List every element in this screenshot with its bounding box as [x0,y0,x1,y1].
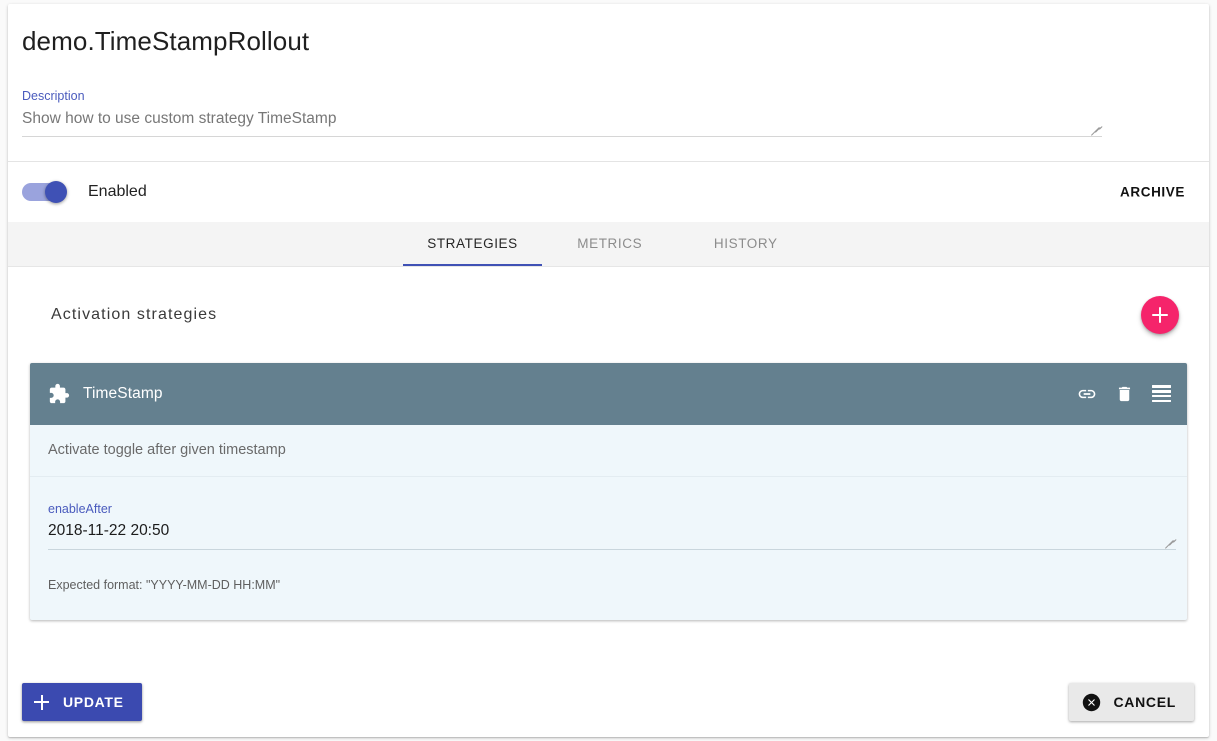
app-root: demo.TimeStampRollout Description Show h… [0,0,1217,741]
enabled-toggle[interactable] [22,181,66,203]
plus-icon [34,695,49,710]
strategy-card-header: TimeStamp [30,363,1187,425]
enabled-row: Enabled ARCHIVE [8,162,1209,222]
feature-toggle-card: demo.TimeStampRollout Description Show h… [8,4,1209,737]
strategy-name: TimeStamp [83,385,163,403]
tab-panel-strategies: Activation strategies TimeStamp [8,267,1209,621]
archive-button[interactable]: ARCHIVE [1110,176,1195,207]
puzzle-piece-icon [48,383,70,405]
strategy-parameters: enableAfter 2018-11-22 20:50 Expected fo… [30,477,1187,621]
update-button[interactable]: UPDATE [22,683,142,721]
reorder-button[interactable] [1150,383,1173,404]
add-strategy-button[interactable] [1141,296,1179,334]
cancel-button[interactable]: CANCEL [1069,683,1194,721]
reorder-icon [1152,385,1171,402]
card-header: demo.TimeStampRollout Description Show h… [8,4,1209,137]
section-header: Activation strategies [16,267,1201,363]
cancel-button-label: CANCEL [1113,694,1176,710]
update-button-label: UPDATE [63,694,124,710]
enable-after-field[interactable]: enableAfter 2018-11-22 20:50 [48,503,1176,551]
description-input[interactable]: Show how to use custom strategy TimeStam… [22,110,1102,137]
enable-after-label: enableAfter [48,503,1176,516]
strategy-card: TimeStamp [30,363,1187,621]
description-field[interactable]: Description Show how to use custom strat… [22,90,1102,137]
link-button[interactable] [1075,382,1099,406]
strategy-description: Activate toggle after given timestamp [30,425,1187,477]
section-title: Activation strategies [51,306,217,324]
plus-icon [1152,307,1168,323]
strategy-actions [1075,382,1173,406]
tab-history[interactable]: HISTORY [678,222,814,266]
close-circle-icon [1082,693,1101,712]
toggle-thumb [45,181,67,203]
delete-button[interactable] [1113,382,1136,406]
tab-strategies[interactable]: STRATEGIES [403,222,542,266]
description-label: Description [22,90,1102,103]
page-title: demo.TimeStampRollout [22,26,1195,57]
trash-icon [1115,384,1134,404]
enabled-label: Enabled [88,183,147,201]
tab-metrics[interactable]: METRICS [542,222,678,266]
enable-after-hint: Expected format: "YYYY-MM-DD HH:MM" [48,578,1169,592]
card-footer: UPDATE CANCEL [8,683,1209,725]
link-icon [1077,384,1097,404]
enable-after-input[interactable]: 2018-11-22 20:50 [48,522,1176,550]
tab-bar: STRATEGIES METRICS HISTORY [8,222,1209,267]
